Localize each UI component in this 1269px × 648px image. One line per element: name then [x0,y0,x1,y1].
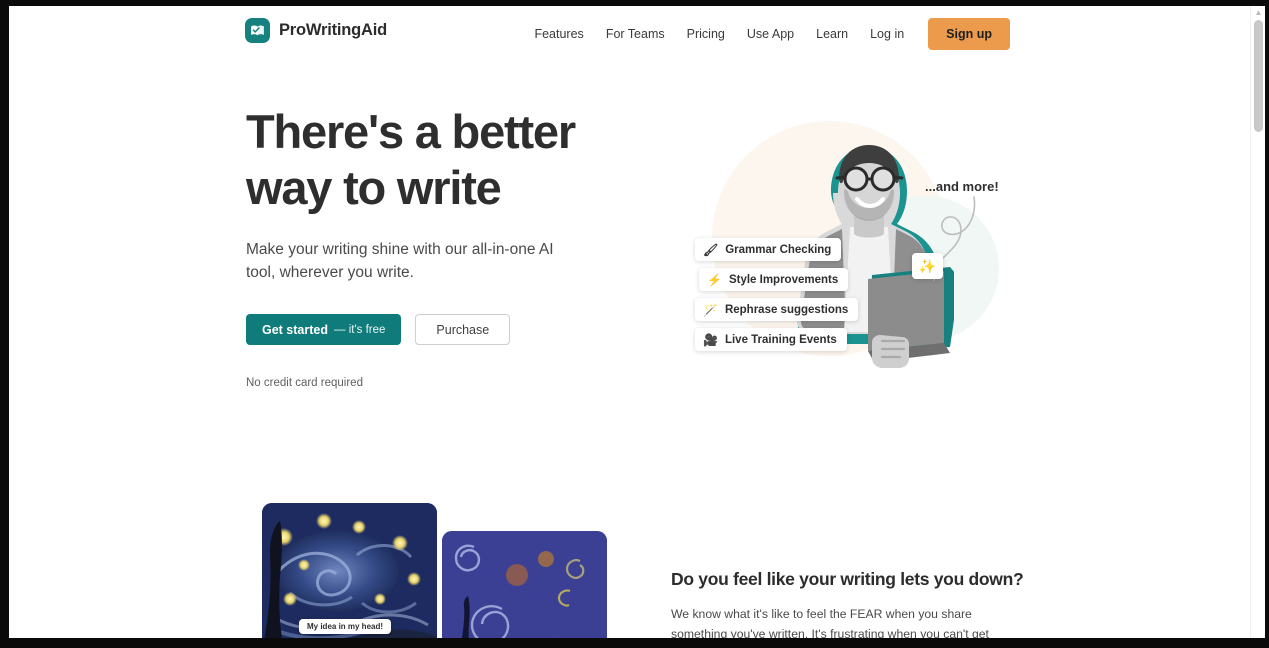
paintbrush-icon: 🖌 [703,242,719,257]
book-check-icon [245,18,270,43]
nav-link-features[interactable]: Features [523,21,594,47]
site-header: ProWritingAid Features For Teams Pricing… [9,6,1250,62]
hero-illustration: ...and more! ✨ 🖌 Grammar Checking ⚡ Styl… [674,101,1024,401]
hero-subtitle: Make your writing shine with our all-in-… [246,241,554,281]
window-right-edge [1265,0,1269,648]
sign-up-button[interactable]: Sign up [928,18,1010,50]
get-started-note: — it's free [334,323,386,336]
main-navigation: Features For Teams Pricing Use App Learn… [523,18,1010,50]
vertical-scrollbar[interactable]: ▲ [1250,6,1265,638]
window-bottom-edge [0,638,1269,648]
nav-link-use-app[interactable]: Use App [736,21,805,47]
webpage-content: ProWritingAid Features For Teams Pricing… [9,6,1250,638]
lightning-bolt-icon: ⚡ [707,272,722,287]
browser-frame: ProWritingAid Features For Teams Pricing… [0,0,1269,648]
hero-cta-group: Get started — it's free Purchase [246,314,616,345]
browser-viewport: ProWritingAid Features For Teams Pricing… [9,6,1265,638]
feature-chip-label: Grammar Checking [725,243,832,256]
feature-chip-label: Rephrase suggestions [724,303,849,316]
nav-link-for-teams[interactable]: For Teams [595,21,676,47]
section-title: Do you feel like your writing lets you d… [671,569,1024,589]
hero-title-line-2: way to write [246,161,502,214]
lower-illustration: My idea in my head! [254,503,609,638]
no-credit-card-note: No credit card required [246,377,363,389]
feature-chip-live-training-events: 🎥 Live Training Events [695,328,847,351]
crude-drawing [442,531,607,638]
sparkles-icon: ✨ [918,257,937,274]
feature-chip-label: Style Improvements [728,273,839,286]
scrollbar-thumb[interactable] [1254,20,1263,132]
get-started-button[interactable]: Get started — it's free [246,314,402,345]
site-logo[interactable]: ProWritingAid [245,18,387,43]
movie-camera-icon: 🎥 [703,332,718,347]
lower-text-block: Do you feel like your writing lets you d… [671,569,1024,638]
magic-wand-icon: 🪄 [703,302,718,317]
and-more-label: ...and more! [925,179,999,194]
nav-link-learn[interactable]: Learn [805,21,859,47]
hero-text-block: There's a better way to write Make your … [246,104,616,389]
hero-title-line-1: There's a better [246,105,576,158]
starry-night-painting [262,503,437,638]
curly-arrow-icon [933,196,976,281]
feature-chip-label: Live Training Events [724,333,837,346]
site-logo-text: ProWritingAid [279,21,388,39]
image-caption: My idea in my head! [299,619,392,634]
window-left-edge [0,0,9,648]
feature-chip-rephrase-suggestions: 🪄 Rephrase suggestions [695,298,859,321]
get-started-label: Get started [262,322,328,337]
feature-chip-grammar-checking: 🖌 Grammar Checking [695,238,842,261]
nav-link-log-in[interactable]: Log in [859,21,915,47]
purchase-button[interactable]: Purchase [415,314,511,345]
sparkle-badge: ✨ [912,253,943,279]
nav-link-pricing[interactable]: Pricing [676,21,736,47]
feature-chip-style-improvements: ⚡ Style Improvements [699,268,849,291]
scroll-up-arrow[interactable]: ▲ [1254,8,1263,17]
section-body: We know what it's like to feel the FEAR … [671,607,989,638]
page-title: There's a better way to write [246,104,616,216]
